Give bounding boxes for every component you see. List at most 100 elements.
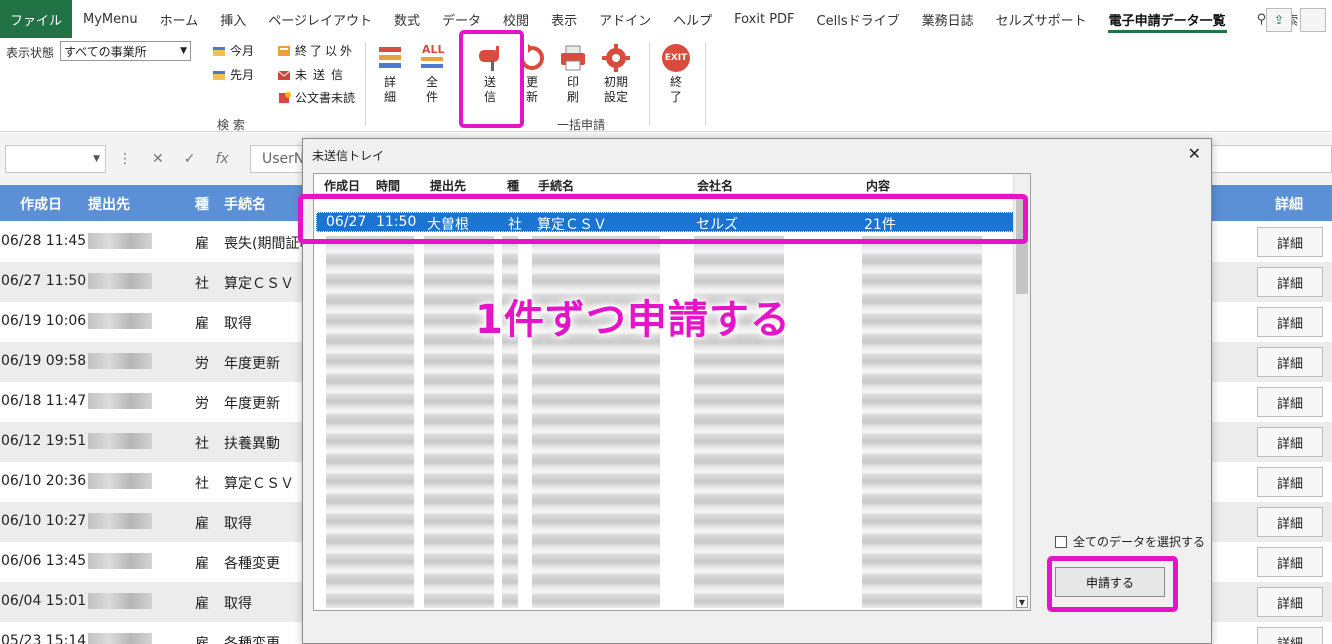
mail-icon xyxy=(277,70,291,80)
row-proc: 扶養異動 xyxy=(224,436,280,452)
tab-2[interactable]: ホーム xyxy=(149,0,210,38)
tab-9[interactable]: アドイン xyxy=(588,0,662,38)
list-col-dest: 提出先 xyxy=(430,179,467,193)
row-proc: 取得 xyxy=(224,316,252,332)
row-detail-button[interactable]: 詳細 xyxy=(1257,227,1323,257)
row-kind: 雇 xyxy=(195,636,209,644)
comment-icon[interactable] xyxy=(1300,8,1326,32)
row-date: 06/06 13:45 xyxy=(1,553,87,569)
row-date: 05/23 15:14 xyxy=(1,633,87,644)
group-search-label: 検 索 xyxy=(217,118,245,132)
except-done-button[interactable]: 終了以外 xyxy=(277,42,355,59)
dialog-title: 未送信トレイ xyxy=(312,149,385,163)
tab-15[interactable]: 電子申請データ一覧 xyxy=(1098,0,1237,38)
row-date: 06/19 10:06 xyxy=(1,313,87,329)
row-dest-blurred xyxy=(88,473,152,489)
display-state-select[interactable]: すべての事業所 ▼ xyxy=(60,41,191,61)
row-proc: 取得 xyxy=(224,596,252,612)
row-date: 06/10 20:36 xyxy=(1,473,87,489)
tab-1[interactable]: MyMenu xyxy=(72,0,149,38)
col-detail-header: 詳細 xyxy=(1275,197,1303,213)
row-kind: 雇 xyxy=(195,596,209,612)
share-icon[interactable]: ⇪ xyxy=(1266,8,1292,32)
tab-5[interactable]: 数式 xyxy=(383,0,431,38)
printer-icon xyxy=(561,45,585,71)
row-detail-button[interactable]: 詳細 xyxy=(1257,387,1323,417)
apply-button-highlight xyxy=(1047,556,1178,612)
ribbon-separator xyxy=(705,42,706,126)
row-proc: 算定ＣＳＶ xyxy=(224,276,294,292)
more-icon: ⋮ xyxy=(118,151,132,167)
calendar-icon xyxy=(213,46,225,56)
row-kind: 社 xyxy=(195,476,209,492)
row-dest-blurred xyxy=(88,593,152,609)
init-settings-button[interactable]: 初期 設定 xyxy=(598,44,634,105)
chevron-down-icon: ▼ xyxy=(93,154,100,164)
unsent-button[interactable]: 未送信 xyxy=(277,66,349,83)
col-dest-header: 提出先 xyxy=(88,197,130,213)
group-batch-label: 一括申請 xyxy=(557,118,606,132)
document-unread-icon xyxy=(279,91,291,103)
row-kind: 労 xyxy=(195,396,209,412)
exit-button[interactable]: EXIT 終 了 xyxy=(658,44,694,105)
filter-icon xyxy=(278,45,290,56)
ribbon-body: 表示状態 すべての事業所 ▼ 今月 先月 終了以外 未送信 公文書未読 検 索 … xyxy=(0,38,1332,132)
detail-button[interactable]: 詳 細 xyxy=(372,44,408,105)
list-col-kind: 種 xyxy=(507,179,520,193)
row-dest-blurred xyxy=(88,633,152,644)
this-month-button[interactable]: 今月 xyxy=(212,42,254,59)
row-dest-blurred xyxy=(88,393,152,409)
tab-8[interactable]: 表示 xyxy=(540,0,588,38)
row-dest-blurred xyxy=(88,273,152,289)
blurred-column xyxy=(326,236,414,608)
row-date: 06/19 09:58 xyxy=(1,353,87,369)
row-detail-button[interactable]: 詳細 xyxy=(1257,507,1323,537)
row-detail-button[interactable]: 詳細 xyxy=(1257,427,1323,457)
cancel-icon[interactable]: ✕ xyxy=(152,151,164,167)
last-month-button[interactable]: 先月 xyxy=(212,66,254,83)
all-button[interactable]: ALL 全 件 xyxy=(414,43,450,105)
scroll-down-icon[interactable]: ▼ xyxy=(1016,596,1028,608)
row-detail-button[interactable]: 詳細 xyxy=(1257,547,1323,577)
close-icon[interactable]: ✕ xyxy=(1188,144,1201,163)
row-detail-button[interactable]: 詳細 xyxy=(1257,267,1323,297)
select-all-checkbox[interactable]: 全てのデータを選択する xyxy=(1055,533,1205,550)
col-proc-header: 手続名 xyxy=(224,197,266,213)
exit-icon: EXIT xyxy=(662,44,690,72)
all-icon: ALL xyxy=(418,43,446,72)
search-icon: ⚲ xyxy=(1256,11,1267,27)
tab-0[interactable]: ファイル xyxy=(0,0,73,38)
row-kind: 社 xyxy=(195,436,209,452)
tab-10[interactable]: ヘルプ xyxy=(662,0,723,38)
tab-3[interactable]: 挿入 xyxy=(209,0,257,38)
tab-4[interactable]: ページレイアウト xyxy=(257,0,383,38)
row-date: 06/27 11:50 xyxy=(1,273,87,289)
tab-12[interactable]: Cellsドライブ xyxy=(806,0,911,38)
row-date: 06/28 11:45 xyxy=(1,233,87,249)
function-icon[interactable]: fx xyxy=(215,151,228,167)
window-controls: ⇪ xyxy=(1266,8,1326,32)
list-detail-icon xyxy=(379,47,401,68)
row-detail-button[interactable]: 詳細 xyxy=(1257,627,1323,644)
list-col-date: 作成日 xyxy=(324,179,361,193)
row-detail-button[interactable]: 詳細 xyxy=(1257,347,1323,377)
display-state-label: 表示状態 xyxy=(6,46,55,60)
row-date: 06/04 15:01 xyxy=(1,593,87,609)
tab-14[interactable]: セルズサポート xyxy=(985,0,1098,38)
tab-13[interactable]: 業務日誌 xyxy=(911,0,985,38)
row-kind: 雇 xyxy=(195,236,209,252)
unread-button[interactable]: 公文書未読 xyxy=(277,89,355,106)
tab-11[interactable]: Foxit PDF xyxy=(723,0,805,38)
row-dest-blurred xyxy=(88,233,152,249)
row-detail-button[interactable]: 詳細 xyxy=(1257,467,1323,497)
check-icon[interactable]: ✓ xyxy=(184,151,196,167)
row-dest-blurred xyxy=(88,513,152,529)
row-kind: 雇 xyxy=(195,516,209,532)
name-box[interactable]: ▼ xyxy=(5,145,106,173)
row-detail-button[interactable]: 詳細 xyxy=(1257,587,1323,617)
checkbox-icon xyxy=(1055,535,1067,548)
row-date: 06/18 11:47 xyxy=(1,393,87,409)
row-dest-blurred xyxy=(88,433,152,449)
print-button[interactable]: 印 刷 xyxy=(555,44,591,105)
row-detail-button[interactable]: 詳細 xyxy=(1257,307,1323,337)
